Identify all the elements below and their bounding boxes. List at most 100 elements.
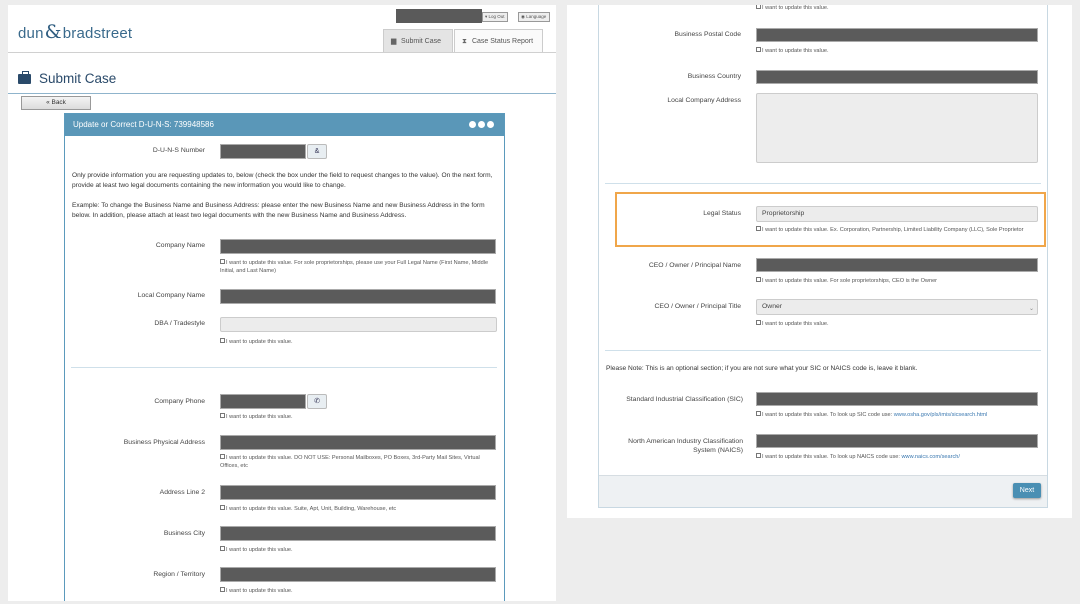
ceo-name-label: CEO / Owner / Principal Name: [648, 262, 741, 269]
physical-address-label: Business Physical Address: [123, 439, 205, 446]
local-company-address-label: Local Company Address: [667, 97, 741, 104]
sic-naics-note: Please Note: This is an optional section…: [606, 365, 918, 372]
left-screenshot: dun&bradstreet ▾ Log Out ◉ Language ▆ Su…: [8, 5, 556, 601]
dba-label: DBA / Tradestyle: [154, 320, 205, 327]
local-company-address-textarea[interactable]: [756, 93, 1038, 163]
address-line-2-input[interactable]: [220, 485, 496, 500]
duns-lookup-button[interactable]: &: [307, 144, 327, 159]
header-divider: [8, 52, 556, 53]
briefcase-icon: ▆: [391, 38, 397, 45]
logo-text-dun: dun: [18, 25, 44, 42]
city-label: Business City: [163, 530, 205, 537]
postal-code-label: Business Postal Code: [674, 31, 742, 38]
redacted-user-name: [396, 9, 482, 23]
physical-address-update-checkbox[interactable]: I want to update this value. DO NOT USE:…: [220, 454, 500, 470]
address-line-2-label: Address Line 2: [159, 489, 205, 496]
checkbox-hint: I want to update this value.: [226, 588, 293, 594]
naics-update-checkbox[interactable]: I want to update this value. To look up …: [756, 453, 1046, 461]
section-divider: [605, 183, 1041, 184]
tab-submit-case[interactable]: ▆ Submit Case: [383, 29, 453, 53]
checkbox-hint: I want to update this value.: [226, 414, 293, 420]
title-divider: [8, 93, 556, 94]
ceo-title-selected-value: Owner: [762, 303, 783, 310]
panel-options-icon[interactable]: [469, 121, 494, 128]
logout-button[interactable]: ▾ Log Out: [482, 12, 508, 22]
chevron-down-icon: ⌄: [1028, 306, 1034, 312]
duns-input[interactable]: [220, 144, 306, 159]
page-title-text: Submit Case: [39, 71, 117, 86]
update-duns-panel: Update or Correct D-U-N-S: 739948586 D-U…: [64, 113, 505, 601]
next-button[interactable]: Next: [1013, 483, 1041, 498]
local-company-name-input[interactable]: [220, 289, 496, 304]
checkbox-hint: I want to update this value. DO NOT USE:…: [220, 455, 480, 469]
intro-paragraph: Only provide information you are request…: [72, 172, 493, 189]
duns-label: D-U-N-S Number: [152, 147, 205, 154]
briefcase-icon: [18, 70, 31, 84]
region-label: Region / Territory: [153, 571, 205, 578]
tab-label: Submit Case: [400, 38, 442, 45]
company-name-input[interactable]: [220, 239, 496, 254]
address-line-2-update-checkbox[interactable]: I want to update this value. Suite, Apt,…: [220, 505, 500, 513]
ceo-name-input[interactable]: [756, 258, 1038, 272]
postal-code-update-checkbox[interactable]: I want to update this value.: [756, 47, 829, 55]
panel-footer: Next: [599, 475, 1047, 507]
country-label: Business Country: [687, 73, 741, 80]
company-phone-label: Company Phone: [154, 398, 205, 405]
panel-header: Update or Correct D-U-N-S: 739948586: [65, 114, 504, 136]
sic-input[interactable]: [756, 392, 1038, 406]
tab-label: Case Status Report: [471, 38, 534, 45]
ceo-title-update-checkbox[interactable]: I want to update this value.: [756, 320, 829, 328]
page-title: Submit Case: [18, 70, 117, 86]
naics-label-line-2: System (NAICS): [693, 447, 743, 454]
logo-ampersand: &: [44, 21, 62, 43]
right-screenshot: I want to update this value. Business Po…: [567, 5, 1072, 518]
checkbox-hint: I want to update this value. To look up …: [762, 454, 902, 460]
checkbox-hint: I want to update this value. To look up …: [762, 412, 894, 418]
country-input[interactable]: [756, 70, 1038, 84]
ceo-title-select[interactable]: Owner ⌄: [756, 299, 1038, 315]
dba-input[interactable]: [220, 317, 497, 332]
checkbox-hint: I want to update this value.: [762, 321, 829, 327]
checkbox-hint: I want to update this value.: [226, 547, 293, 553]
ceo-title-label: CEO / Owner / Principal Title: [654, 303, 742, 310]
tab-case-status-report[interactable]: ⧗ Case Status Report: [454, 29, 543, 53]
sic-update-checkbox[interactable]: I want to update this value. To look up …: [756, 411, 1046, 419]
example-paragraph: Example: To change the Business Name and…: [72, 202, 485, 219]
dba-update-checkbox[interactable]: I want to update this value.: [220, 338, 293, 346]
hourglass-icon: ⧗: [462, 38, 467, 45]
section-divider: [71, 367, 497, 368]
city-update-checkbox[interactable]: I want to update this value.: [220, 546, 293, 554]
back-button[interactable]: « Back: [21, 96, 91, 110]
legal-status-highlight: [615, 192, 1046, 247]
phone-icon[interactable]: ✆: [307, 394, 327, 409]
update-duns-panel-continued: I want to update this value. Business Po…: [598, 5, 1048, 508]
physical-address-input[interactable]: [220, 435, 496, 450]
company-phone-update-checkbox[interactable]: I want to update this value.: [220, 413, 293, 421]
company-phone-input[interactable]: [220, 394, 306, 409]
sic-lookup-link[interactable]: www.osha.gov/pls/imis/sicsearch.html: [894, 412, 988, 418]
logout-label: Log Out: [488, 14, 505, 19]
panel-title: Update or Correct D-U-N-S: 739948586: [73, 120, 214, 129]
top-update-checkbox[interactable]: I want to update this value.: [756, 5, 829, 12]
company-name-label: Company Name: [155, 242, 205, 249]
sic-label: Standard Industrial Classification (SIC): [626, 396, 743, 403]
city-input[interactable]: [220, 526, 496, 541]
language-button[interactable]: ◉ Language: [518, 12, 550, 22]
company-name-update-checkbox[interactable]: I want to update this value. For sole pr…: [220, 259, 500, 275]
checkbox-hint: I want to update this value. For sole pr…: [220, 260, 489, 274]
checkbox-hint: I want to update this value.: [226, 339, 293, 345]
logo-text-bradstreet: bradstreet: [62, 25, 133, 42]
ceo-name-update-checkbox[interactable]: I want to update this value. For sole pr…: [756, 277, 937, 285]
region-input[interactable]: [220, 567, 496, 582]
naics-input[interactable]: [756, 434, 1038, 448]
postal-code-input[interactable]: [756, 28, 1038, 42]
language-label: Language: [526, 14, 547, 19]
local-company-name-label: Local Company Name: [137, 292, 205, 299]
naics-lookup-link[interactable]: www.naics.com/search/: [902, 454, 960, 460]
naics-label-line-1: North American Industry Classification: [628, 438, 743, 445]
checkbox-hint: I want to update this value. For sole pr…: [762, 278, 938, 284]
checkbox-hint: I want to update this value. Suite, Apt,…: [226, 506, 397, 512]
checkbox-hint: I want to update this value.: [762, 48, 829, 54]
region-update-checkbox[interactable]: I want to update this value.: [220, 587, 293, 595]
dnb-logo: dun&bradstreet: [18, 21, 132, 43]
